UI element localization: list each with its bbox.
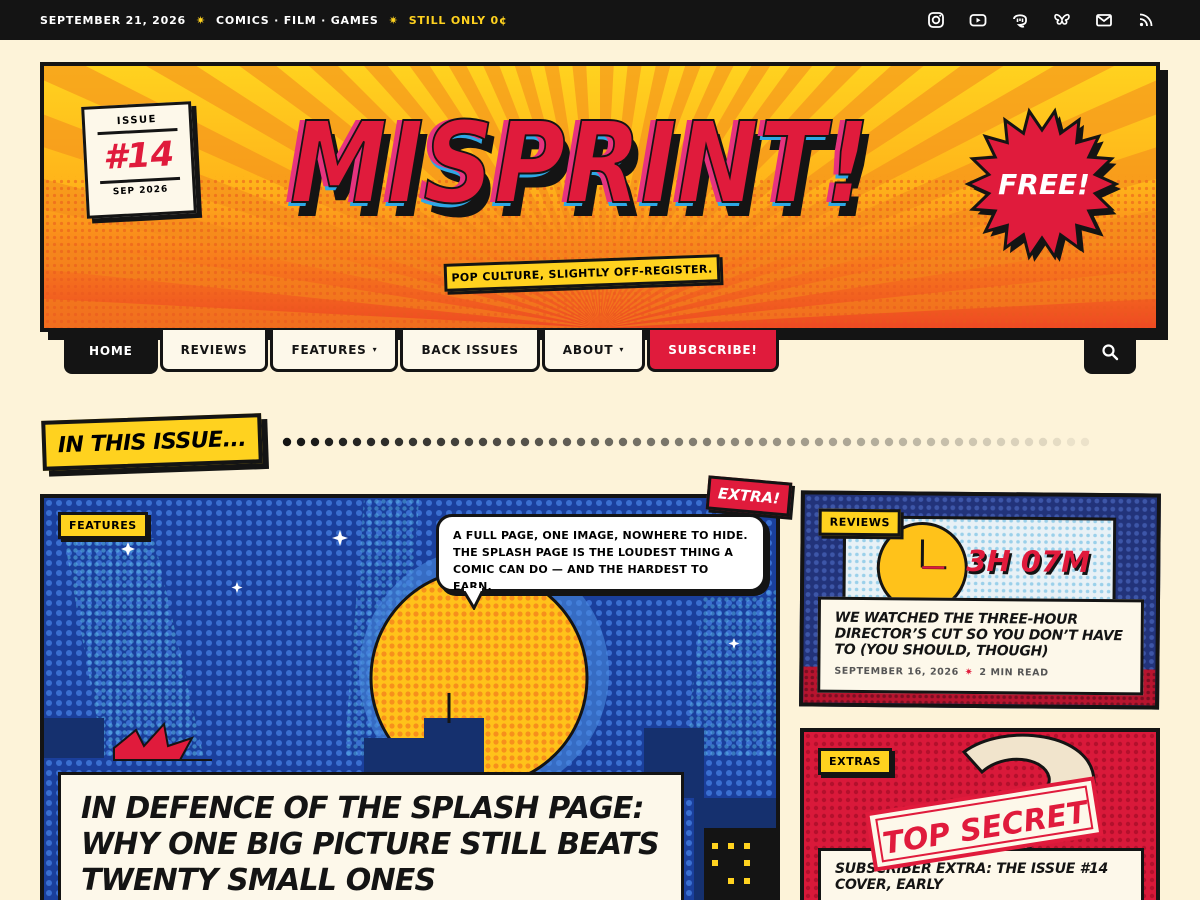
- nav-home[interactable]: HOME: [64, 330, 158, 374]
- nav-about[interactable]: ABOUT ▾: [541, 330, 646, 372]
- category-tag[interactable]: EXTRAS: [818, 748, 893, 775]
- star-separator: ✷: [964, 666, 974, 678]
- logo-text: MISPRINT!: [290, 99, 870, 228]
- issue-label: ISSUE: [116, 114, 158, 128]
- star-separator: ✷: [388, 13, 399, 27]
- youtube-icon[interactable]: [968, 10, 988, 30]
- nav-label: FEATURES: [291, 342, 367, 357]
- category-tag-label: FEATURES: [69, 519, 137, 532]
- sections-text: COMICS · FILM · GAMES: [216, 13, 379, 27]
- extra-badge: EXTRA!: [705, 475, 793, 517]
- top-secret-stamp: TOP SECRET: [865, 776, 1104, 872]
- extra-badge-text: EXTRA!: [717, 484, 781, 508]
- category-tag[interactable]: FEATURES: [58, 512, 148, 539]
- current-date: SEPTEMBER 21, 2026: [40, 13, 186, 27]
- feature-headline[interactable]: IN DEFENCE OF THE SPLASH PAGE: WHY ONE B…: [81, 791, 661, 899]
- nav-subscribe-button[interactable]: SUBSCRIBE!: [647, 330, 779, 372]
- free-badge: FREE!: [964, 107, 1121, 262]
- nav-label: SUBSCRIBE!: [668, 342, 758, 357]
- review-card[interactable]: 3H 07M 3H 07M REVIEWS WE WATCHED THE THR…: [799, 490, 1161, 710]
- price-text: STILL ONLY 0¢: [408, 13, 508, 27]
- section-title: IN THIS ISSUE...: [41, 413, 263, 471]
- speech-bubble-text: A FULL PAGE, ONE IMAGE, NOWHERE TO HIDE.…: [453, 529, 748, 593]
- search-button[interactable]: [1084, 330, 1136, 374]
- chevron-down-icon: ▾: [619, 345, 625, 354]
- tagline: POP CULTURE, SLIGHTLY OFF-REGISTER.: [451, 261, 713, 285]
- chevron-down-icon: ▾: [372, 345, 378, 354]
- category-tag-label: REVIEWS: [829, 515, 891, 530]
- card-art-text: 3H 07M: [966, 544, 1090, 579]
- free-text: FREE!: [998, 168, 1090, 201]
- card-meta: SEPTEMBER 16, 2026 ✷ 2 MIN READ: [834, 666, 1126, 680]
- masthead-banner: ISSUE #14 SEP 2026 MISPRINT! MISPRINT! M…: [40, 62, 1160, 332]
- misprint-logo[interactable]: MISPRINT! MISPRINT! MISPRINT! MISPRINT!: [282, 98, 892, 228]
- issue-number: #14: [102, 134, 176, 178]
- card-info: WE WATCHED THE THREE-HOUR DIRECTOR’S CUT…: [817, 596, 1145, 696]
- social-links: [926, 10, 1156, 30]
- nav-features[interactable]: FEATURES ▾: [270, 330, 399, 372]
- issue-date: SEP 2026: [112, 184, 169, 198]
- mastodon-icon[interactable]: [1010, 10, 1030, 30]
- feature-headline-box[interactable]: IN DEFENCE OF THE SPLASH PAGE: WHY ONE B…: [58, 772, 684, 900]
- speech-bubble-tail: [460, 588, 486, 610]
- bluesky-icon[interactable]: [1052, 10, 1072, 30]
- instagram-icon[interactable]: [926, 10, 946, 30]
- nav-reviews[interactable]: REVIEWS: [159, 330, 269, 372]
- star-separator: ✷: [196, 13, 207, 27]
- main-nav: HOME REVIEWS FEATURES ▾ BACK ISSUES ABOUT…: [64, 330, 781, 374]
- nav-label: REVIEWS: [180, 342, 248, 357]
- nav-label: BACK ISSUES: [421, 342, 519, 357]
- email-icon[interactable]: [1094, 10, 1114, 30]
- nav-label: HOME: [89, 343, 133, 358]
- feature-card[interactable]: FEATURES A FULL PAGE, ONE IMAGE, NOWHERE…: [40, 494, 780, 900]
- section-title-text: IN THIS ISSUE...: [57, 426, 247, 458]
- nav-back-issues[interactable]: BACK ISSUES: [400, 330, 540, 372]
- dotted-rule: [282, 437, 1090, 447]
- read-time: 2 MIN READ: [979, 666, 1049, 679]
- search-icon: [1102, 344, 1119, 361]
- category-tag-label: EXTRAS: [829, 755, 882, 768]
- issue-box: ISSUE #14 SEP 2026: [81, 101, 197, 219]
- category-tag[interactable]: REVIEWS: [818, 508, 902, 537]
- top-bar-text: SEPTEMBER 21, 2026 ✷ COMICS · FILM · GAM…: [40, 0, 507, 40]
- top-bar: SEPTEMBER 21, 2026 ✷ COMICS · FILM · GAM…: [0, 0, 1200, 40]
- divider: [100, 176, 181, 185]
- nav-label: ABOUT: [562, 342, 614, 357]
- card-title[interactable]: WE WATCHED THE THREE-HOUR DIRECTOR’S CUT…: [834, 610, 1126, 661]
- rss-icon[interactable]: [1136, 10, 1156, 30]
- extras-card[interactable]: EXTRAS SUBSCRIBER EXTRA: THE ISSUE #14 C…: [800, 728, 1160, 900]
- card-date: SEPTEMBER 16, 2026: [834, 665, 959, 678]
- speech-bubble: A FULL PAGE, ONE IMAGE, NOWHERE TO HIDE.…: [436, 514, 766, 593]
